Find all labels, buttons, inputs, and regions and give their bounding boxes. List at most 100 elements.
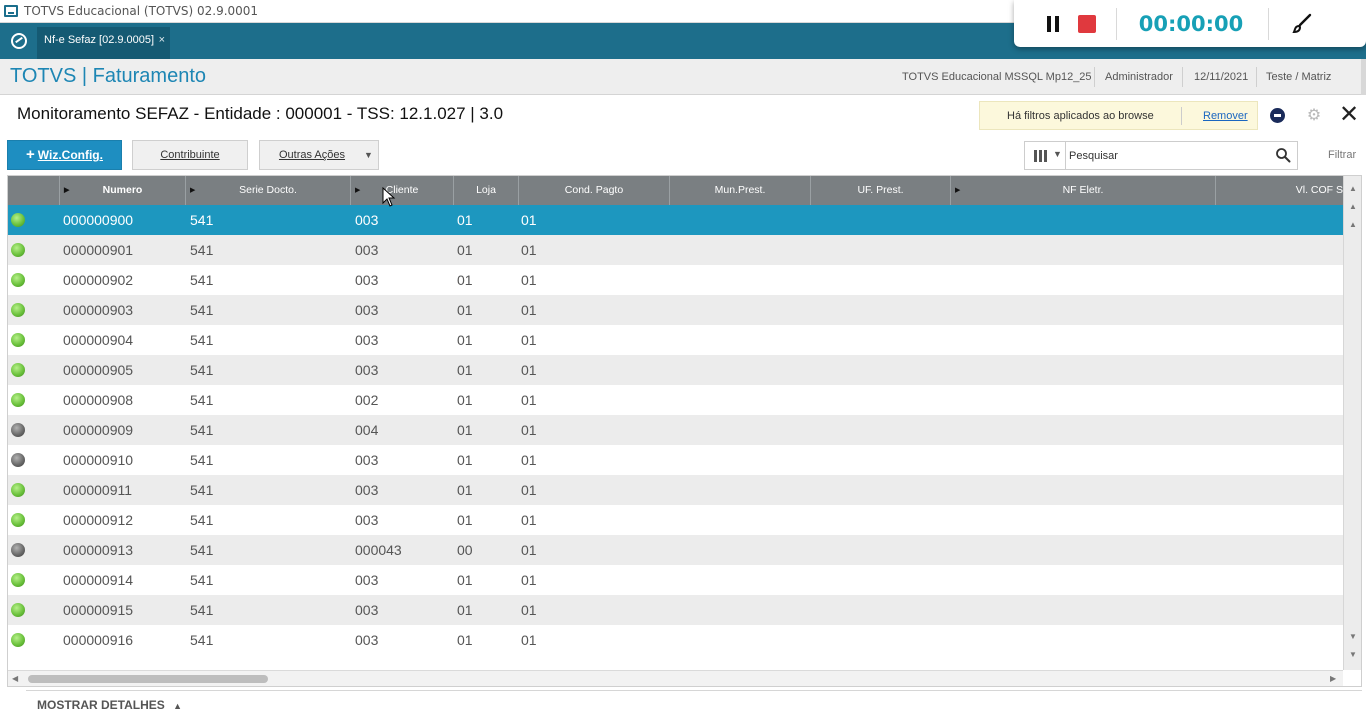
outras-acoes-button[interactable]: Outras Ações ▼ bbox=[259, 140, 379, 170]
recorder-divider bbox=[1268, 8, 1269, 40]
cell-serie: 541 bbox=[190, 332, 214, 348]
details-bar[interactable]: MOSTRAR DETALHES ▲ bbox=[26, 690, 1362, 722]
cell-loja: 01 bbox=[457, 242, 473, 258]
table-row[interactable]: 000000914 541 003 01 01 bbox=[8, 565, 1343, 595]
cell-cond: 01 bbox=[521, 302, 537, 318]
cell-cliente: 003 bbox=[355, 212, 379, 228]
header-serie[interactable]: ▶ Serie Docto. bbox=[186, 176, 351, 205]
filter-notice: Há filtros aplicados ao browse Remover bbox=[979, 101, 1258, 130]
chevron-down-icon[interactable]: ▼ bbox=[1053, 149, 1062, 159]
table-row[interactable]: 000000902 541 003 01 01 bbox=[8, 265, 1343, 295]
header-cond-pagto[interactable]: Cond. Pagto bbox=[519, 176, 670, 205]
table-row[interactable]: 000000909 541 004 01 01 bbox=[8, 415, 1343, 445]
tab-nfe-sefaz[interactable]: Nf-e Sefaz [02.9.0005] × bbox=[37, 27, 170, 59]
mouse-cursor-icon bbox=[382, 187, 396, 207]
table-row[interactable]: 000000912 541 003 01 01 bbox=[8, 505, 1343, 535]
cell-serie: 541 bbox=[190, 272, 214, 288]
close-icon[interactable]: ✕ bbox=[1339, 102, 1359, 126]
divider bbox=[1181, 107, 1182, 125]
cell-loja: 01 bbox=[457, 272, 473, 288]
wiz-config-button[interactable]: + Wiz.Config. bbox=[7, 140, 122, 170]
cell-cliente: 003 bbox=[355, 512, 379, 528]
cell-numero: 000000908 bbox=[63, 392, 134, 408]
header-mun-prest[interactable]: Mun.Prest. bbox=[670, 176, 811, 205]
brush-icon[interactable] bbox=[1290, 12, 1314, 36]
cell-loja: 01 bbox=[457, 482, 473, 498]
tab-close-icon[interactable]: × bbox=[159, 27, 165, 53]
cell-numero: 000000916 bbox=[63, 632, 134, 648]
search-icon[interactable] bbox=[1275, 147, 1291, 163]
header-cliente[interactable]: ▶ Cliente bbox=[351, 176, 454, 205]
cell-cliente: 004 bbox=[355, 422, 379, 438]
totvs-logo-icon[interactable] bbox=[11, 33, 27, 49]
header-label: Loja bbox=[476, 184, 496, 196]
show-details-toggle[interactable]: MOSTRAR DETALHES ▲ bbox=[37, 698, 182, 712]
scroll-down-icon[interactable]: ▼ bbox=[1348, 632, 1358, 642]
table-row[interactable]: 000000903 541 003 01 01 bbox=[8, 295, 1343, 325]
cell-cond: 01 bbox=[521, 422, 537, 438]
status-green-icon bbox=[11, 333, 25, 347]
cell-loja: 01 bbox=[457, 632, 473, 648]
horizontal-scrollbar[interactable]: ◀ ▶ bbox=[8, 670, 1343, 686]
scroll-top-icon[interactable]: ▲ bbox=[1348, 184, 1358, 194]
sort-arrow-icon: ▶ bbox=[190, 187, 196, 194]
table-row[interactable]: 000000913 541 000043 00 01 bbox=[8, 535, 1343, 565]
cell-loja: 01 bbox=[457, 302, 473, 318]
cell-cond: 01 bbox=[521, 542, 537, 558]
columns-icon[interactable] bbox=[1034, 150, 1048, 162]
table-row[interactable]: 000000904 541 003 01 01 bbox=[8, 325, 1343, 355]
divider bbox=[1256, 67, 1257, 87]
remove-filter-link[interactable]: Remover bbox=[1203, 110, 1248, 122]
cell-serie: 541 bbox=[190, 452, 214, 468]
cell-cliente: 003 bbox=[355, 332, 379, 348]
stop-icon[interactable] bbox=[1078, 15, 1096, 33]
scroll-right-icon[interactable]: ▶ bbox=[1330, 674, 1336, 683]
cell-serie: 541 bbox=[190, 512, 214, 528]
data-grid: ▶ Numero ▶ Serie Docto. ▶ Cliente Loja Cond… bbox=[7, 175, 1362, 687]
table-row[interactable]: 000000910 541 003 01 01 bbox=[8, 445, 1343, 475]
scroll-up-icon[interactable]: ▲ bbox=[1348, 202, 1358, 212]
table-row[interactable]: 000000915 541 003 01 01 bbox=[8, 595, 1343, 625]
cell-cond: 01 bbox=[521, 572, 537, 588]
scroll-up-icon[interactable]: ▲ bbox=[1348, 220, 1358, 230]
header-uf-prest[interactable]: UF. Prest. bbox=[811, 176, 951, 205]
environment-label: TOTVS Educacional MSSQL Mp12_25 bbox=[902, 71, 1092, 83]
gear-icon[interactable]: ⚙ bbox=[1305, 106, 1323, 124]
table-row[interactable]: 000000900 541 003 01 01 bbox=[8, 205, 1343, 235]
header-loja[interactable]: Loja bbox=[454, 176, 519, 205]
cell-cliente: 003 bbox=[355, 632, 379, 648]
pause-icon[interactable] bbox=[1046, 16, 1060, 32]
cell-cliente: 003 bbox=[355, 482, 379, 498]
status-green-icon bbox=[11, 603, 25, 617]
table-row[interactable]: 000000908 541 002 01 01 bbox=[8, 385, 1343, 415]
table-row[interactable]: 000000901 541 003 01 01 bbox=[8, 235, 1343, 265]
table-row[interactable]: 000000916 541 003 01 01 bbox=[8, 625, 1343, 655]
cell-serie: 541 bbox=[190, 632, 214, 648]
search-input[interactable] bbox=[1069, 145, 1269, 166]
table-row[interactable]: 000000905 541 003 01 01 bbox=[8, 355, 1343, 385]
contribuinte-button[interactable]: Contribuinte bbox=[132, 140, 248, 170]
status-green-icon bbox=[11, 273, 25, 287]
screen-recorder-panel: 00:00:00 bbox=[1014, 0, 1366, 47]
cell-numero: 000000904 bbox=[63, 332, 134, 348]
sort-arrow-icon: ▶ bbox=[355, 187, 361, 194]
table-row[interactable]: 000000911 541 003 01 01 bbox=[8, 475, 1343, 505]
vertical-scrollbar[interactable]: ▲ ▲ ▲ ▼ ▼ bbox=[1343, 176, 1361, 670]
scroll-bottom-icon[interactable]: ▼ bbox=[1348, 650, 1358, 660]
cell-loja: 01 bbox=[457, 392, 473, 408]
cell-loja: 00 bbox=[457, 542, 473, 558]
scrollbar-thumb[interactable] bbox=[28, 675, 268, 683]
header-numero[interactable]: ▶ Numero bbox=[60, 176, 186, 205]
cell-loja: 01 bbox=[457, 212, 473, 228]
scroll-left-icon[interactable]: ◀ bbox=[12, 674, 18, 683]
header-nf-eletr[interactable]: ▶ NF Eletr. bbox=[951, 176, 1216, 205]
cell-numero: 000000905 bbox=[63, 362, 134, 378]
cell-serie: 541 bbox=[190, 362, 214, 378]
header-vl-cof[interactable]: Vl. COF S bbox=[1216, 176, 1343, 205]
minimize-circle-icon[interactable] bbox=[1270, 108, 1285, 123]
cell-cliente: 003 bbox=[355, 242, 379, 258]
filtrar-link[interactable]: Filtrar bbox=[1328, 149, 1356, 161]
cell-cond: 01 bbox=[521, 392, 537, 408]
cell-cliente: 002 bbox=[355, 392, 379, 408]
status-green-icon bbox=[11, 633, 25, 647]
